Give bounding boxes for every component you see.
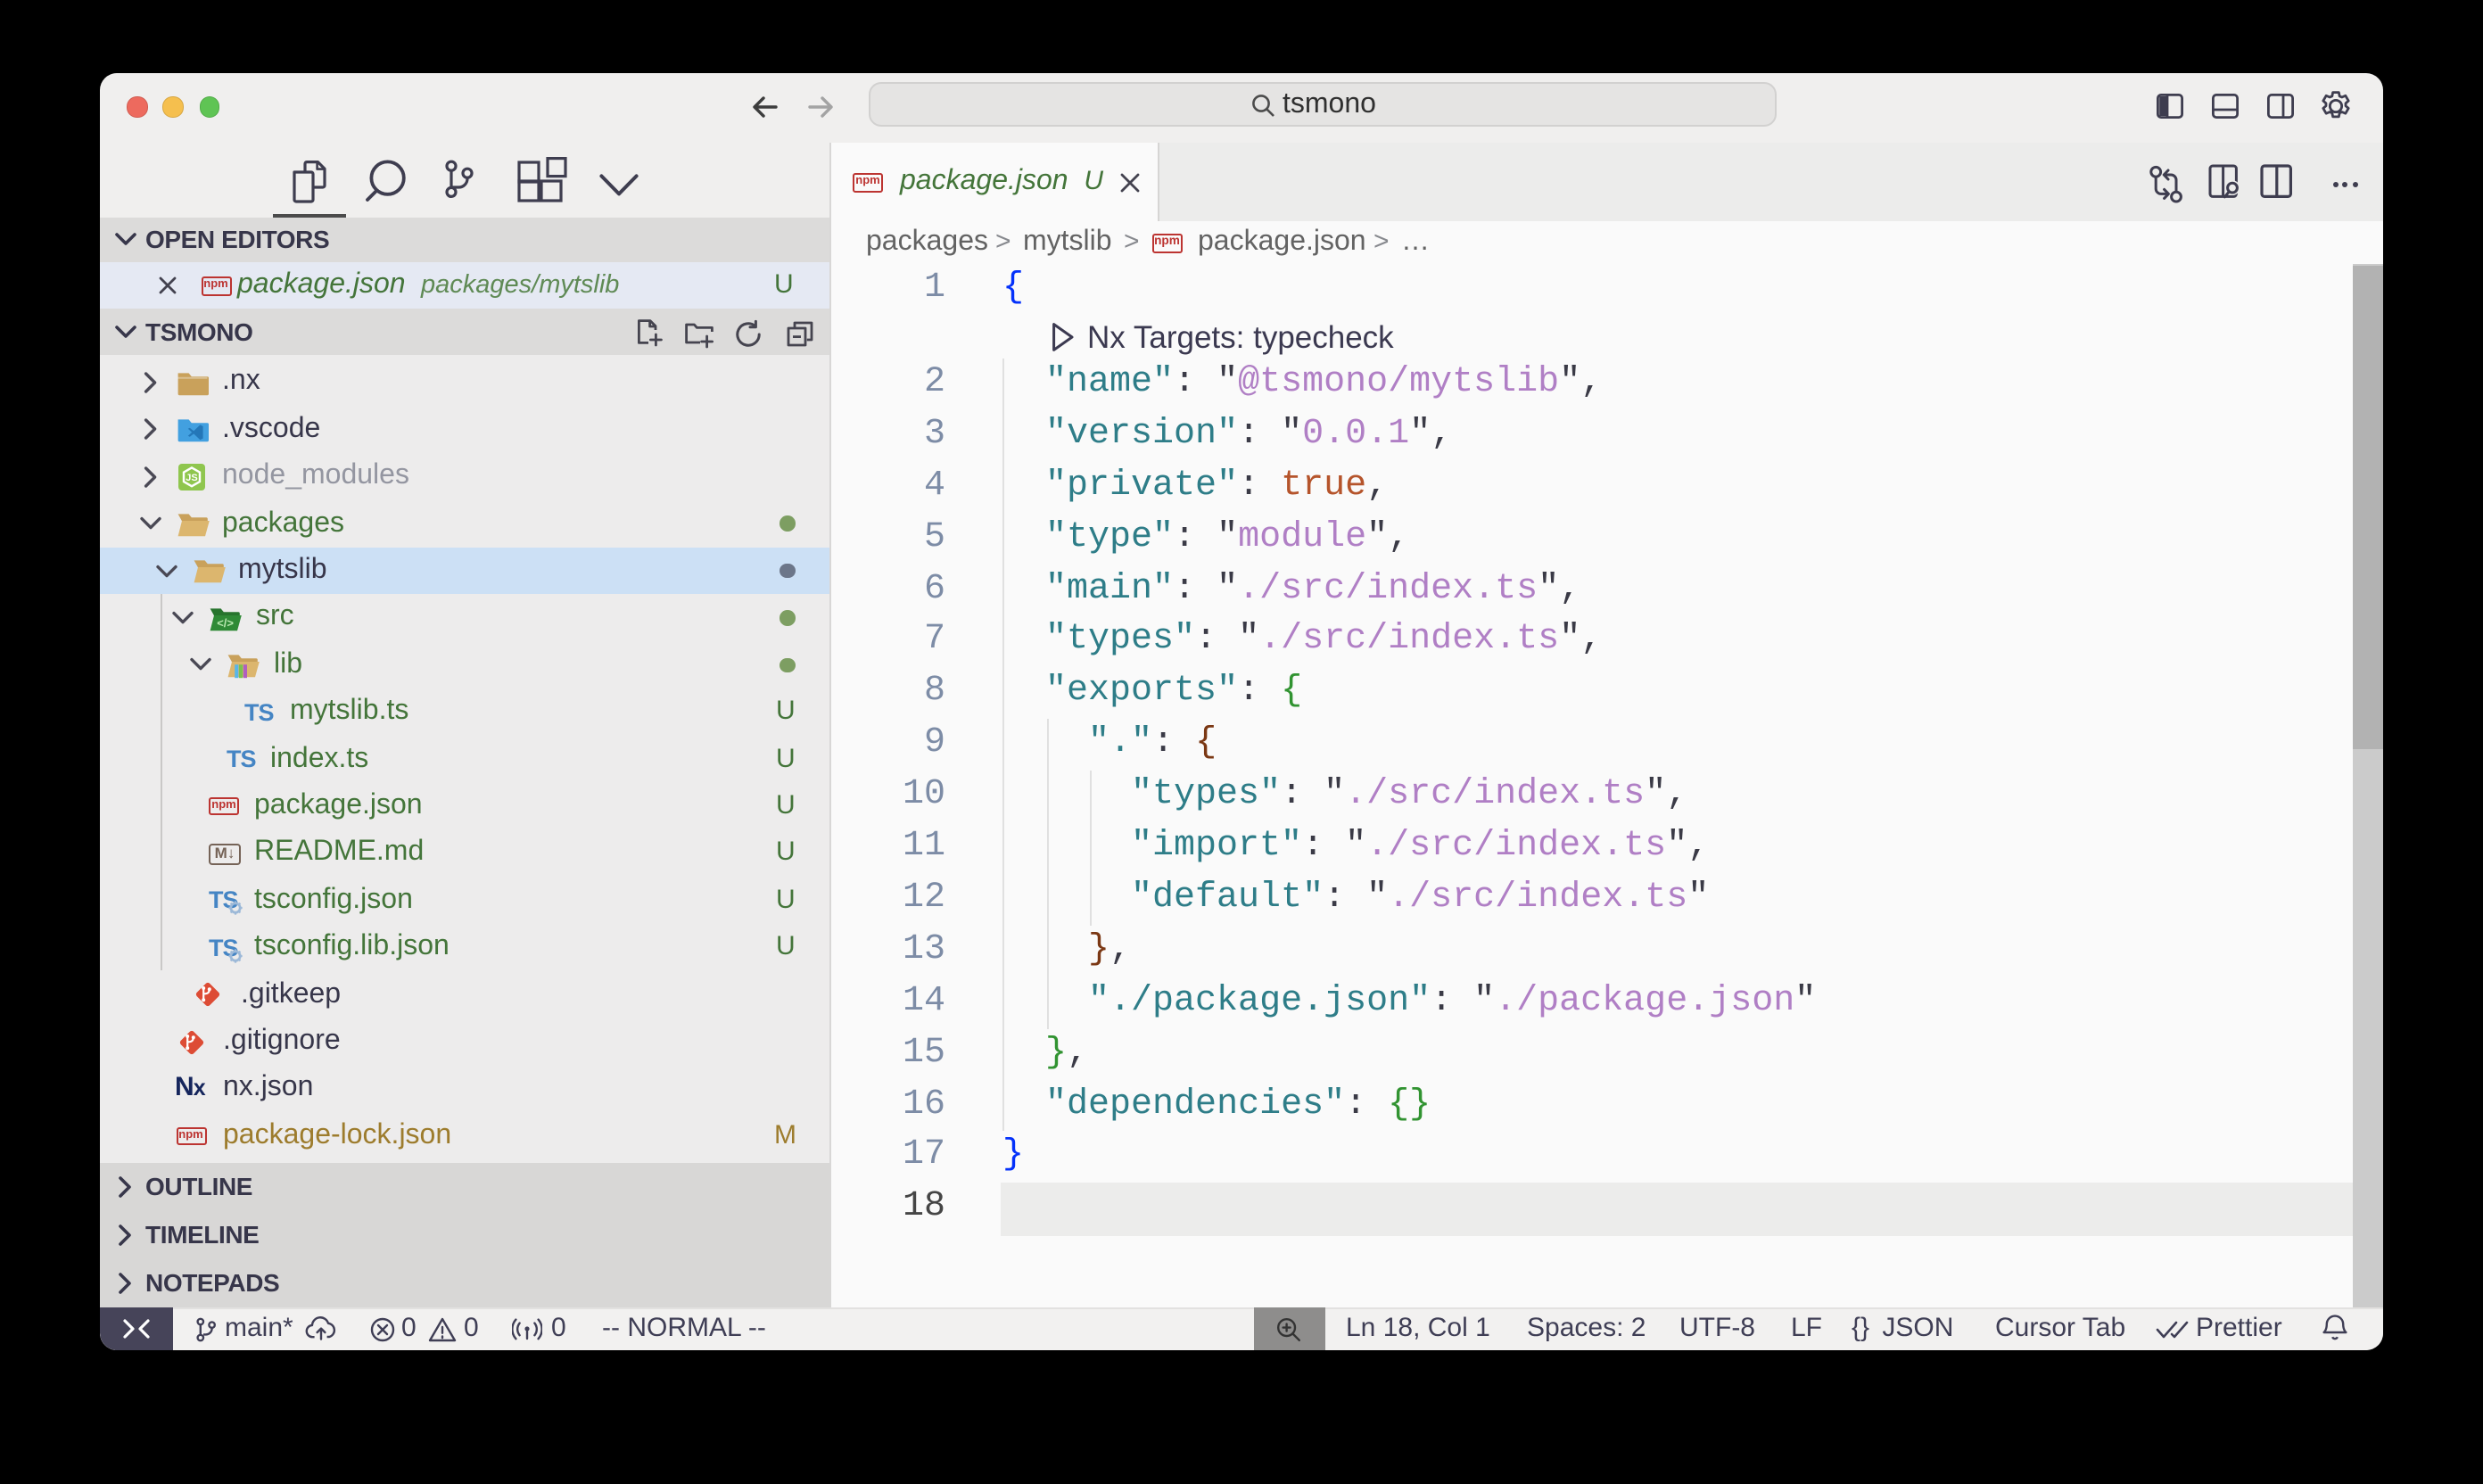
svg-text:</>: </> (217, 615, 234, 629)
svg-text:JS: JS (185, 474, 196, 484)
